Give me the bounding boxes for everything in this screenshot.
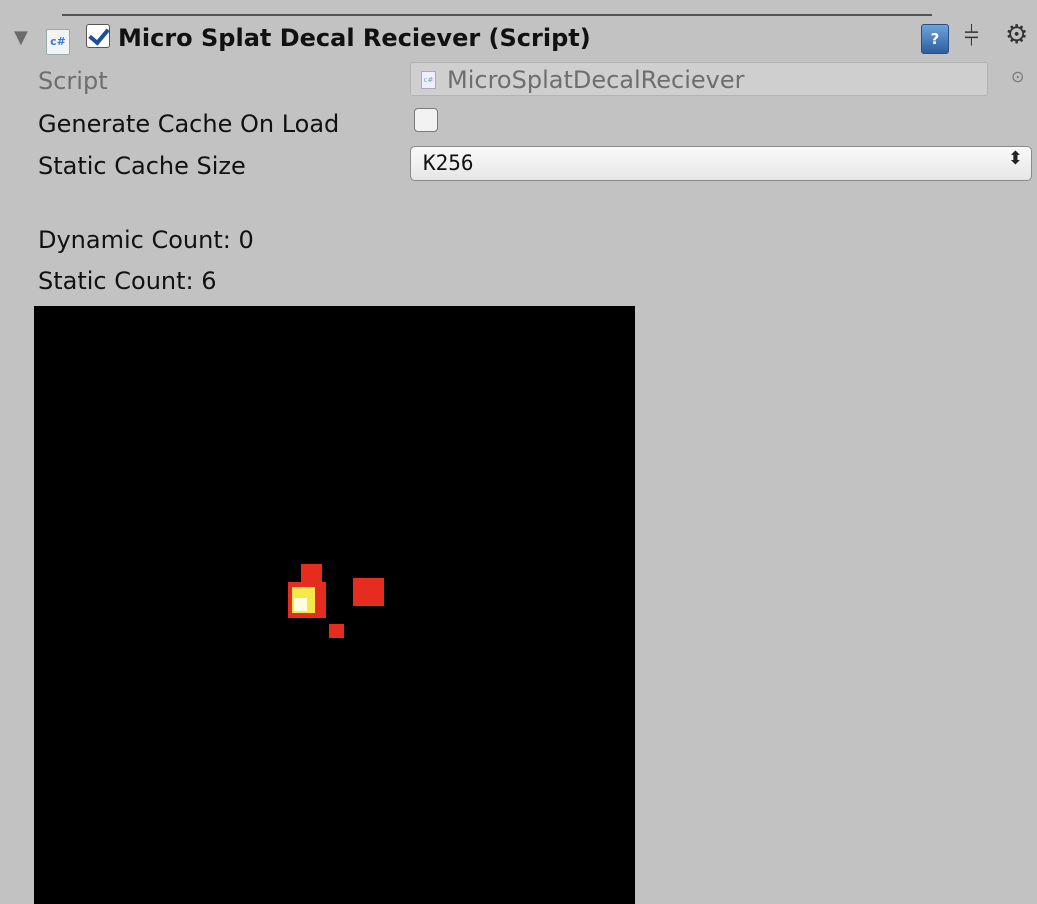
script-field[interactable]: c# MicroSplatDecalReciever (410, 62, 988, 96)
script-field-value: MicroSplatDecalReciever (447, 66, 745, 94)
static-cache-size-value: K256 (423, 151, 474, 175)
decal-pixel (294, 598, 307, 611)
static-cache-size-label: Static Cache Size (38, 152, 246, 180)
decal-pixel (353, 578, 384, 606)
help-book-icon[interactable]: ? (921, 24, 949, 54)
decal-pixel (329, 624, 344, 638)
csharp-script-icon: c# (46, 29, 70, 55)
script-label: Script (38, 67, 108, 95)
object-picker-icon[interactable]: ⊙ (1011, 67, 1024, 86)
generate-cache-row: Generate Cache On Load (0, 104, 1037, 140)
decal-cache-preview (34, 306, 635, 904)
static-cache-size-dropdown[interactable]: K256 ⬍ (410, 146, 1032, 181)
component-enabled-checkbox[interactable] (86, 24, 110, 48)
dynamic-count-text: Dynamic Count: 0 (38, 226, 254, 254)
component-header[interactable]: ▼ c# Micro Splat Decal Reciever (Script)… (0, 18, 1037, 62)
static-count-text: Static Count: 6 (38, 267, 217, 295)
generate-cache-checkbox[interactable] (414, 108, 438, 132)
script-row: Script c# MicroSplatDecalReciever ⊙ (0, 61, 1037, 97)
gear-icon[interactable]: ⚙ (1005, 20, 1028, 50)
generate-cache-label: Generate Cache On Load (38, 110, 340, 138)
static-cache-size-row: Static Cache Size K256 ⬍ (0, 146, 1037, 182)
top-separator (62, 0, 932, 16)
script-file-icon: c# (421, 71, 436, 89)
dropdown-arrows-icon: ⬍ (1007, 148, 1023, 169)
component-title: Micro Splat Decal Reciever (Script) (118, 24, 591, 52)
preset-sliders-icon[interactable]: ⫩ (964, 22, 979, 53)
foldout-arrow-icon[interactable]: ▼ (14, 27, 28, 48)
decal-pixel (301, 564, 322, 584)
